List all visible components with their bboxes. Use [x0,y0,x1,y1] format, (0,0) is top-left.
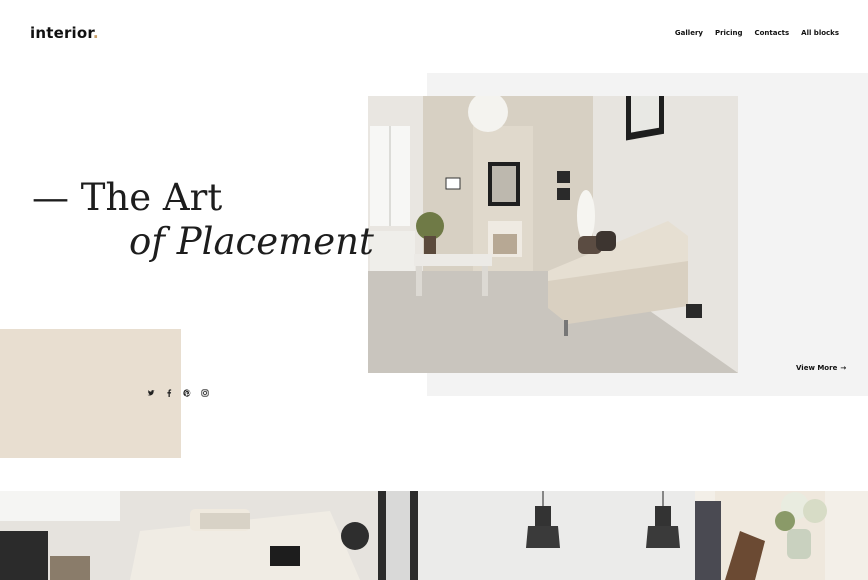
hero-headline: — The Art of Placement [32,176,374,264]
nav-pricing[interactable]: Pricing [715,29,743,37]
nav-all-blocks[interactable]: All blocks [801,29,839,37]
flowers-chair-illustration [695,491,868,580]
living-room-illustration [368,96,738,373]
twitter-icon[interactable] [147,388,155,398]
gallery-image-pendant-lamps[interactable] [378,491,695,580]
pendant-lamps-illustration [378,491,695,580]
headline-line-1: — The Art [32,176,223,219]
pinterest-icon[interactable] [183,388,191,398]
view-more-link[interactable]: View More → [796,364,846,372]
headline-line-2: of Placement [129,220,374,263]
main-nav: Gallery Pricing Contacts All blocks [675,29,839,37]
facebook-icon[interactable] [165,388,173,398]
instagram-icon[interactable] [201,388,209,398]
view-more-label: View More [796,364,838,372]
gallery-image-flowers[interactable] [695,491,868,580]
nav-gallery[interactable]: Gallery [675,29,703,37]
arrow-right-icon: → [840,364,847,372]
gallery-image-sofa[interactable] [0,491,378,580]
logo-text: interior [30,24,93,42]
social-links [147,388,209,398]
logo[interactable]: interior. [30,24,99,42]
logo-dot: . [92,24,99,42]
gallery-strip [0,491,868,580]
sofa-room-illustration [0,491,378,580]
hero-image [368,96,738,373]
nav-contacts[interactable]: Contacts [754,29,789,37]
